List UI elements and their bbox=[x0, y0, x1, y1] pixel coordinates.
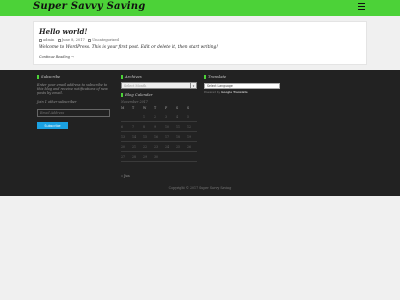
calendar-day: 4 bbox=[176, 115, 179, 119]
calendar-day: 30 bbox=[154, 155, 159, 159]
calendar-week-row: 13 14 15 16 17 18 19 bbox=[121, 132, 197, 142]
calendar-day: 20 bbox=[121, 145, 126, 149]
calendar-day: 29 bbox=[143, 155, 148, 159]
subscribe-widget-title: Subscribe bbox=[37, 74, 60, 79]
calendar-day: 13 bbox=[121, 135, 126, 139]
calendar-day: 21 bbox=[132, 145, 137, 149]
translate-attribution: Powered by Google Translate bbox=[204, 90, 248, 94]
weekday-label: T bbox=[132, 106, 135, 110]
weekday-label: S bbox=[187, 106, 190, 110]
site-title[interactable]: Super Savvy Saving bbox=[33, 1, 145, 12]
archives-dropdown-value: Select Month bbox=[124, 84, 147, 88]
calendar-icon bbox=[57, 38, 61, 42]
subscribe-description: Enter your email address to subscribe to… bbox=[37, 83, 108, 95]
calendar-day: 18 bbox=[176, 135, 181, 139]
post-card: Hello world! admin June 8, 2017 Uncatego… bbox=[33, 21, 367, 65]
post-excerpt: Welcome to WordPress. This is your first… bbox=[39, 45, 219, 50]
user-icon bbox=[39, 38, 42, 42]
google-translate-link[interactable]: Google Translate bbox=[221, 90, 248, 94]
weekday-label: S bbox=[176, 106, 179, 110]
calendar-week-row: 20 21 22 23 24 25 26 bbox=[121, 142, 197, 152]
copyright-text: Copyright © 2017 Super Savvy Saving bbox=[168, 186, 232, 190]
calendar-day: 11 bbox=[176, 125, 181, 129]
calendar-day: 24 bbox=[165, 145, 170, 149]
calendar-day: 9 bbox=[154, 125, 157, 129]
calendar-day: 25 bbox=[176, 145, 181, 149]
calendar-day: 22 bbox=[143, 145, 148, 149]
translate-widget-title: Translate bbox=[204, 74, 226, 79]
weekday-label: W bbox=[143, 106, 147, 110]
continue-reading-link[interactable]: Continue Reading → bbox=[39, 55, 74, 59]
language-dropdown[interactable]: Select Language bbox=[204, 83, 280, 89]
calendar-day: 3 bbox=[165, 115, 168, 119]
title-marker-icon bbox=[121, 75, 123, 79]
post-date[interactable]: June 8, 2017 bbox=[62, 38, 85, 42]
post-meta: admin June 8, 2017 Uncategorized bbox=[39, 38, 119, 42]
calendar-widget-title: Blog Calendar bbox=[121, 92, 153, 97]
title-marker-icon bbox=[121, 93, 123, 97]
email-field[interactable] bbox=[37, 109, 110, 117]
weekday-label: T bbox=[154, 106, 157, 110]
title-marker-icon bbox=[37, 75, 39, 79]
calendar-day: 19 bbox=[187, 135, 192, 139]
calendar-day: 14 bbox=[132, 135, 137, 139]
post-title[interactable]: Hello world! bbox=[39, 27, 88, 36]
calendar-day: 1 bbox=[143, 115, 146, 119]
calendar-week-row: 1 2 3 4 5 bbox=[121, 112, 197, 122]
archives-dropdown[interactable]: Select Month ▾ bbox=[121, 82, 197, 89]
calendar-day: 2 bbox=[154, 115, 157, 119]
calendar-day: 16 bbox=[154, 135, 159, 139]
calendar-grid: 1 2 3 4 5 6 7 8 9 10 11 12 13 14 15 16 17 18 19 20 21 22 23 24 2… bbox=[121, 112, 197, 162]
calendar-day: 8 bbox=[143, 125, 146, 129]
calendar-prev-month-link[interactable]: « Jun bbox=[121, 174, 130, 178]
calendar-day: 15 bbox=[143, 135, 148, 139]
subscribe-button[interactable]: Subscribe bbox=[37, 122, 68, 129]
chevron-down-icon: ▾ bbox=[190, 83, 196, 89]
weekday-label: M bbox=[121, 106, 125, 110]
calendar-day: 26 bbox=[187, 145, 192, 149]
hamburger-menu-icon[interactable] bbox=[358, 3, 365, 10]
calendar-day: 10 bbox=[165, 125, 170, 129]
calendar-day: 28 bbox=[132, 155, 137, 159]
calendar-day: 27 bbox=[121, 155, 126, 159]
calendar-week-row: 27 28 29 30 bbox=[121, 152, 197, 162]
calendar-day: 5 bbox=[187, 115, 190, 119]
calendar-caption: November 2017 bbox=[121, 100, 148, 104]
weekday-label: F bbox=[165, 106, 168, 110]
calendar-day: 23 bbox=[154, 145, 159, 149]
subscriber-count: Join 1 other subscriber bbox=[37, 100, 77, 104]
calendar-day: 12 bbox=[187, 125, 192, 129]
calendar-day: 7 bbox=[132, 125, 135, 129]
folder-icon bbox=[88, 38, 92, 42]
calendar-day: 6 bbox=[121, 125, 124, 129]
archives-widget-title: Archives bbox=[121, 74, 142, 79]
calendar-day: 17 bbox=[165, 135, 170, 139]
title-marker-icon bbox=[204, 75, 206, 79]
post-category[interactable]: Uncategorized bbox=[92, 38, 119, 42]
calendar-week-row: 6 7 8 9 10 11 12 bbox=[121, 122, 197, 132]
site-header: Super Savvy Saving bbox=[0, 0, 400, 16]
post-author[interactable]: admin bbox=[43, 38, 54, 42]
